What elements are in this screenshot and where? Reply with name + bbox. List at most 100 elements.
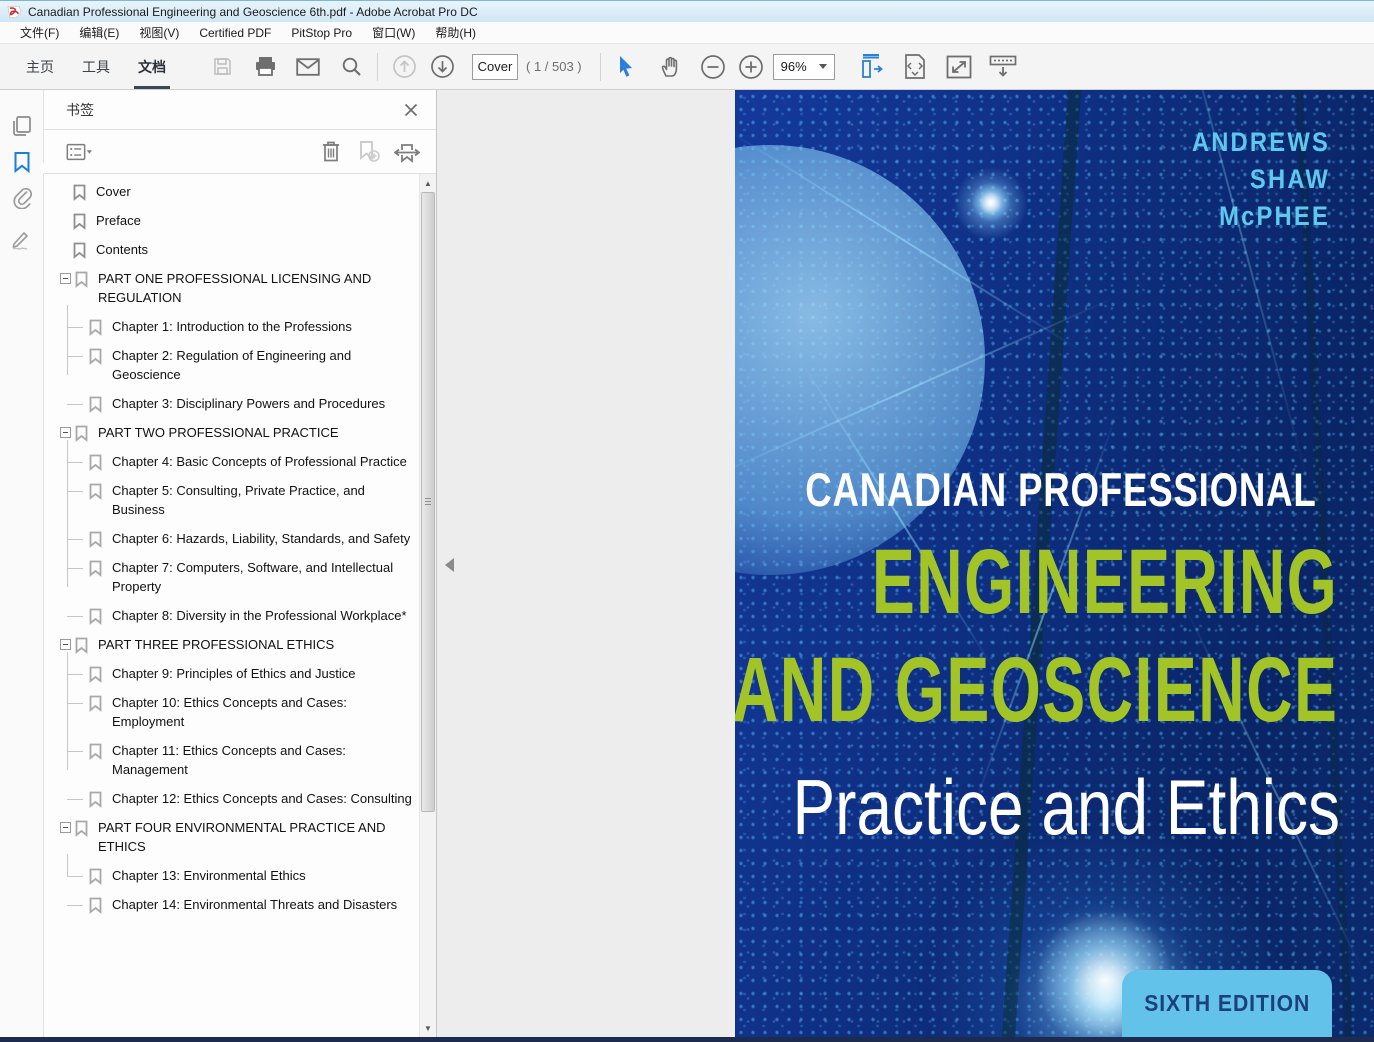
signatures-icon[interactable]: [0, 222, 44, 258]
bookmark-part-item[interactable]: PART TWO PROFESSIONAL PRACTICE: [44, 423, 419, 442]
bookmark-part-item[interactable]: PART FOUR ENVIRONMENTAL PRACTICE AND ETH…: [44, 818, 419, 856]
menu-file[interactable]: 文件(F): [10, 22, 69, 43]
bookmark-flag-icon: [89, 608, 102, 625]
delete-bookmark-icon[interactable]: [318, 139, 344, 165]
document-area: ANDREWS SHAW McPHEE CANADIAN PROFESSIONA…: [437, 90, 1374, 1037]
fullscreen-icon[interactable]: [943, 51, 975, 83]
zoom-level-value: 96%: [781, 59, 807, 74]
bookmark-item[interactable]: Chapter 13: Environmental Ethics: [44, 866, 419, 885]
menu-pitstop-pro[interactable]: PitStop Pro: [281, 24, 362, 42]
bookmark-options-icon[interactable]: [66, 139, 92, 165]
menu-window[interactable]: 窗口(W): [362, 22, 425, 43]
menu-view[interactable]: 视图(V): [129, 22, 189, 43]
bookmark-item[interactable]: Chapter 7: Computers, Software, and Inte…: [44, 558, 419, 596]
scroll-down-icon[interactable]: ▼: [420, 1020, 436, 1036]
menu-bar: 文件(F) 编辑(E) 视图(V) Certified PDF PitStop …: [0, 22, 1374, 44]
select-tool-icon[interactable]: [611, 51, 643, 83]
window-title: Canadian Professional Engineering and Ge…: [28, 5, 478, 19]
bookmark-item[interactable]: Preface: [44, 211, 419, 230]
add-bookmark-icon[interactable]: [356, 139, 382, 165]
cover-title-line1: CANADIAN PROFESSIONAL: [805, 462, 1303, 517]
bookmark-item[interactable]: Cover: [44, 182, 419, 201]
close-icon[interactable]: [400, 99, 422, 121]
bookmark-item[interactable]: Contents: [44, 240, 419, 259]
next-page-icon[interactable]: [426, 51, 458, 83]
search-icon[interactable]: [335, 51, 367, 83]
bookmark-item[interactable]: Chapter 9: Principles of Ethics and Just…: [44, 664, 419, 683]
bookmark-flag-icon: [89, 396, 102, 413]
tab-tools[interactable]: 工具: [68, 44, 124, 89]
bookmark-item[interactable]: Chapter 8: Diversity in the Professional…: [44, 606, 419, 625]
cover-glow-graphic: [971, 182, 1011, 222]
edition-badge: SIXTH EDITION: [1122, 970, 1332, 1037]
bookmark-item[interactable]: Chapter 3: Disciplinary Powers and Proce…: [44, 394, 419, 413]
bookmarks-list: Cover Preface Contents PART ONE PROFESSI…: [44, 182, 419, 1037]
page-thumbnails-icon[interactable]: [0, 108, 44, 144]
bookmark-flag-icon: [89, 483, 102, 500]
bookmark-flag-icon: [73, 184, 86, 201]
bookmark-flag-icon: [75, 820, 88, 837]
scrollbar-thumb[interactable]: [421, 192, 435, 812]
scroll-up-icon[interactable]: ▲: [420, 175, 436, 191]
collapse-expander-icon[interactable]: [60, 427, 71, 438]
bookmark-item[interactable]: Chapter 6: Hazards, Liability, Standards…: [44, 529, 419, 548]
bookmark-item[interactable]: Chapter 2: Regulation of Engineering and…: [44, 346, 419, 384]
bookmark-flag-icon: [75, 271, 88, 288]
collapse-expander-icon[interactable]: [60, 273, 71, 284]
zoom-level-select[interactable]: 96%: [773, 54, 835, 80]
bookmark-item[interactable]: Chapter 1: Introduction to the Professio…: [44, 317, 419, 336]
bookmark-item[interactable]: Chapter 4: Basic Concepts of Professiona…: [44, 452, 419, 471]
save-icon[interactable]: [206, 51, 238, 83]
page-count-label: ( 1 / 503 ): [526, 59, 582, 74]
scrolling-mode-icon[interactable]: [855, 51, 887, 83]
app-tabs: 主页 工具 文档: [12, 44, 180, 89]
bookmark-part-item[interactable]: PART THREE PROFESSIONAL ETHICS: [44, 635, 419, 654]
main-area: 书签: [0, 90, 1374, 1037]
previous-page-icon[interactable]: [388, 51, 420, 83]
zoom-in-icon[interactable]: [735, 51, 767, 83]
acrobat-window: Canadian Professional Engineering and Ge…: [0, 0, 1374, 1042]
email-icon[interactable]: [292, 51, 324, 83]
tab-document[interactable]: 文档: [124, 44, 180, 89]
bookmark-item[interactable]: Chapter 12: Ethics Concepts and Cases: C…: [44, 789, 419, 808]
menu-edit[interactable]: 编辑(E): [69, 22, 129, 43]
zoom-out-icon[interactable]: [697, 51, 729, 83]
bookmarks-panel-header: 书签: [44, 90, 436, 130]
print-icon[interactable]: [249, 51, 281, 83]
bookmark-flag-icon: [89, 695, 102, 712]
window-bottom-edge: [0, 1037, 1374, 1042]
bookmark-item[interactable]: Chapter 14: Environmental Threats and Di…: [44, 895, 419, 914]
bookmarks-scrollbar[interactable]: ▲ ▼: [419, 174, 436, 1037]
scrollbar-grip: [425, 498, 431, 507]
pdf-page-cover[interactable]: ANDREWS SHAW McPHEE CANADIAN PROFESSIONA…: [735, 90, 1374, 1037]
bookmark-flag-icon: [75, 637, 88, 654]
page-number-input[interactable]: [472, 54, 518, 80]
bookmark-children-group: Chapter 4: Basic Concepts of Professiona…: [44, 452, 419, 625]
bookmark-flag-icon: [89, 897, 102, 914]
menu-help[interactable]: 帮助(H): [425, 22, 486, 43]
tab-home[interactable]: 主页: [12, 44, 68, 89]
bookmark-item[interactable]: Chapter 11: Ethics Concepts and Cases: M…: [44, 741, 419, 779]
bookmark-children-group: Chapter 9: Principles of Ethics and Just…: [44, 664, 419, 808]
edition-badge-label: SIXTH EDITION: [1144, 990, 1310, 1037]
bookmark-destination-icon[interactable]: [394, 139, 420, 165]
panel-collapse-icon[interactable]: [445, 558, 454, 572]
cover-author: ANDREWS: [1192, 124, 1330, 161]
collapse-expander-icon[interactable]: [60, 822, 71, 833]
bookmark-part-item[interactable]: PART ONE PROFESSIONAL LICENSING AND REGU…: [44, 269, 419, 307]
bookmark-item[interactable]: Chapter 10: Ethics Concepts and Cases: E…: [44, 693, 419, 731]
pdf-app-icon: [7, 5, 22, 19]
toolbar-separator: [600, 53, 601, 81]
fit-page-icon[interactable]: [899, 51, 931, 83]
bookmark-flag-icon: [89, 868, 102, 885]
main-toolbar: 主页 工具 文档 ( 1 / 503 ): [0, 44, 1374, 90]
bookmark-item[interactable]: Chapter 5: Consulting, Private Practice,…: [44, 481, 419, 519]
toolbar-separator: [377, 53, 378, 81]
hand-tool-icon[interactable]: [655, 51, 687, 83]
nav-icon-strip: [0, 90, 44, 1037]
attachments-icon[interactable]: [0, 180, 44, 216]
menu-certified-pdf[interactable]: Certified PDF: [189, 24, 281, 42]
bookmarks-toolbar: [44, 130, 436, 174]
hide-toolbar-icon[interactable]: [987, 51, 1019, 83]
collapse-expander-icon[interactable]: [60, 639, 71, 650]
